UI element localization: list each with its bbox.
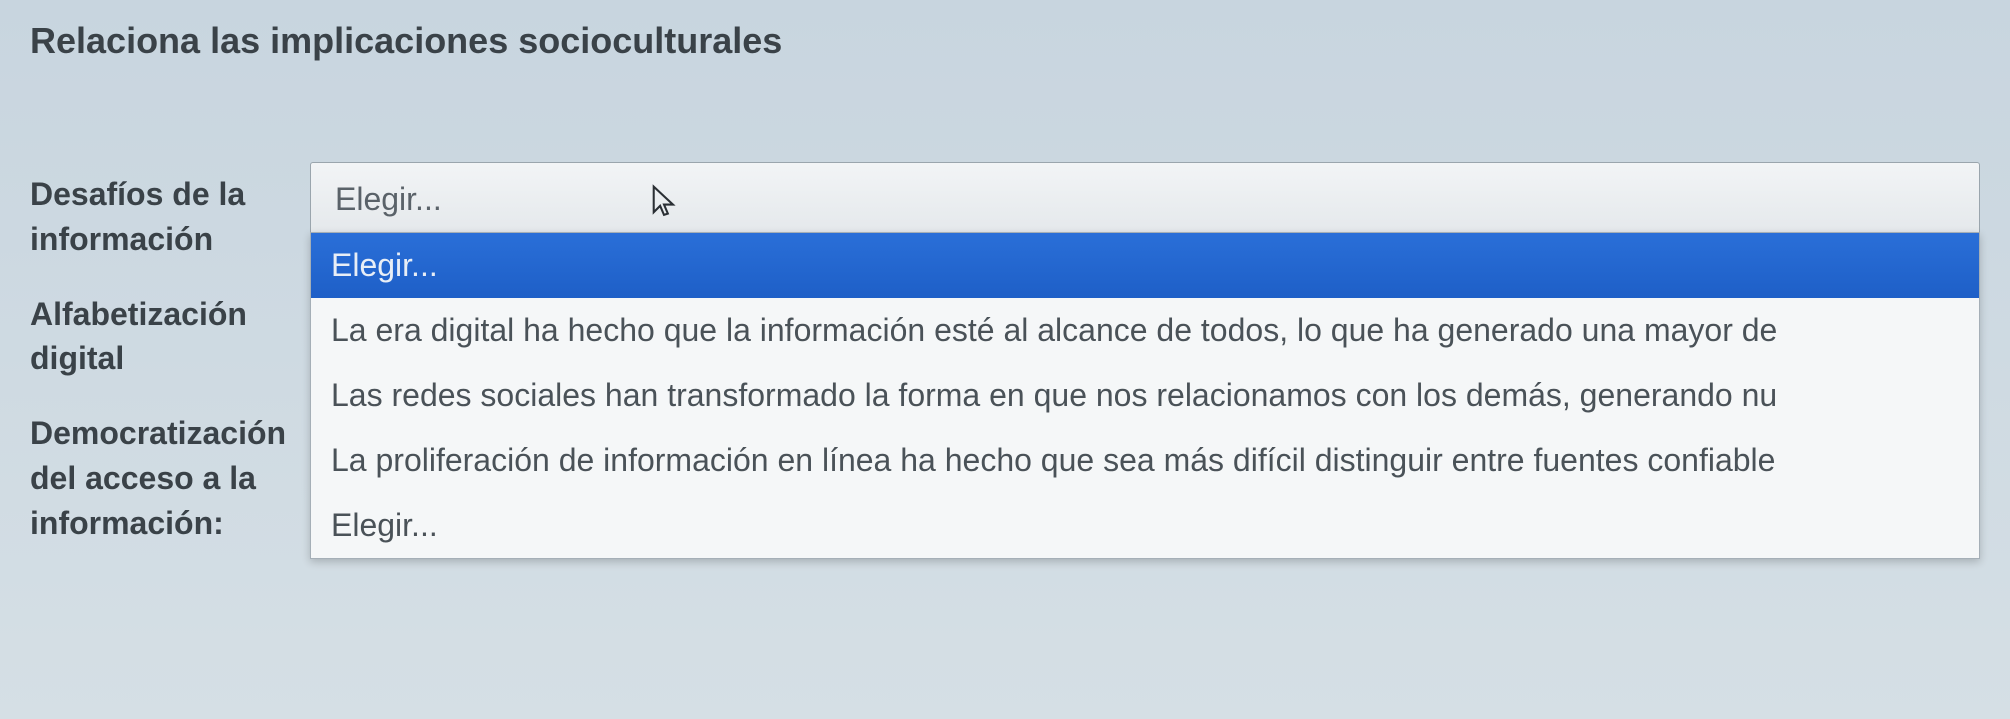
page-container: Relaciona las implicaciones sociocultura… [0, 0, 2010, 596]
select-below-visible[interactable]: Elegir... [311, 493, 1979, 558]
labels-column: Desafíos de la información Alfabetizació… [30, 162, 310, 576]
dropdown-option-3[interactable]: La proliferación de información en línea… [311, 428, 1979, 493]
dropdown-option-placeholder[interactable]: Elegir... [311, 233, 1979, 298]
page-title: Relaciona las implicaciones sociocultura… [30, 20, 1980, 62]
dropdown-list[interactable]: Elegir... La era digital ha hecho que la… [310, 232, 1980, 559]
dropdown-column: Elegir... Elegir... La era digital ha he… [310, 162, 1980, 576]
label-desafios: Desafíos de la información [30, 172, 310, 262]
matching-form: Desafíos de la información Alfabetizació… [30, 162, 1980, 576]
dropdown-option-2[interactable]: Las redes sociales han transformado la f… [311, 363, 1979, 428]
label-democratizacion: Democratización del acceso a la informac… [30, 411, 310, 545]
label-alfabetizacion: Alfabetización digital [30, 292, 310, 382]
select-desafios[interactable]: Elegir... [310, 162, 1980, 237]
dropdown-option-1[interactable]: La era digital ha hecho que la informaci… [311, 298, 1979, 363]
